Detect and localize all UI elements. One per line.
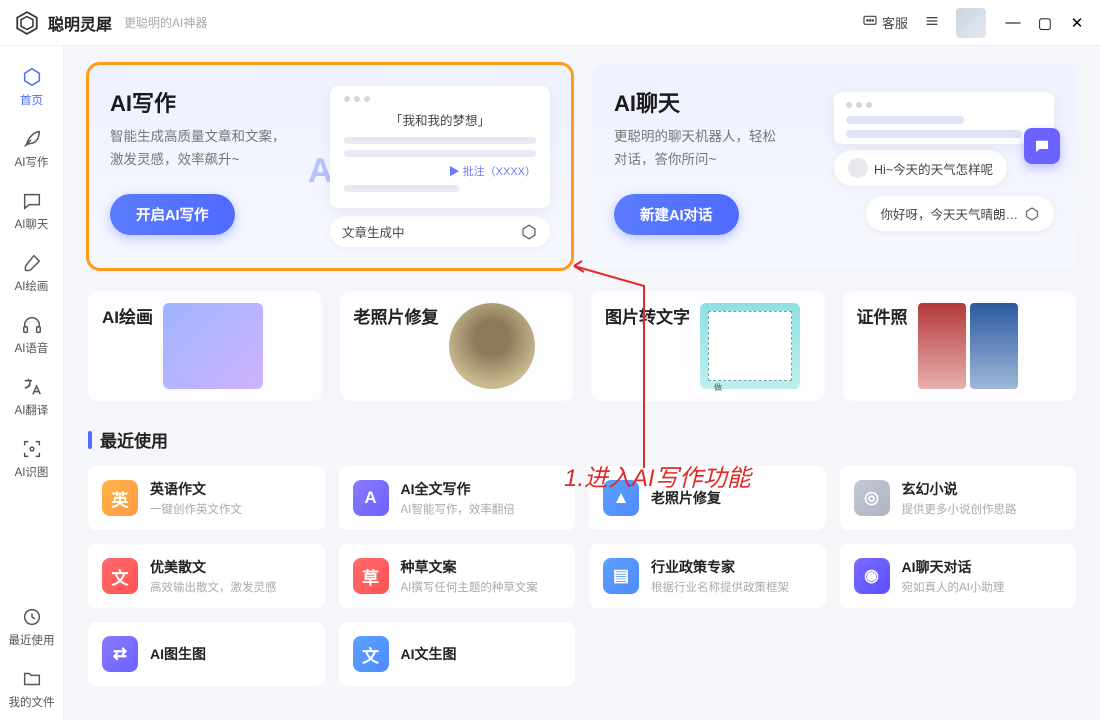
recent-item-desc: 根据行业名称提供政策框架 [651,579,812,595]
recent-item[interactable]: ◎ 玄幻小说提供更多小说创作思路 [840,466,1077,530]
recent-item-title: 英语作文 [150,479,311,499]
app-logo-icon [14,10,40,36]
recent-item[interactable]: 草种草文案 AI撰写任何主题的种草文案 [339,544,576,608]
hero-chat-title: AI聊天 [614,86,834,118]
photo-preview-image [449,303,535,389]
main-content: AI写作 智能生成高质量文章和文案，激发灵感，效率飙升~ 开启AI写作 AI 「… [64,46,1100,720]
recent-item[interactable]: 英英语作文一键创作英文作文 [88,466,325,530]
paint-preview-image [163,303,263,389]
hero-card-chat[interactable]: AI聊天 更聪明的聊天机器人，轻松对话，答你所问~ 新建AI对话 [592,64,1076,269]
recent-item[interactable]: 文 AI文生图 [339,622,576,686]
start-ai-write-button[interactable]: 开启AI写作 [110,194,235,235]
feature-photo-restore[interactable]: 老照片修复 [340,291,574,401]
recent-item-icon: ◉ [854,558,890,594]
app-brand: 聪明灵犀 [48,11,112,35]
recent-item[interactable]: ⇄ AI图生图 [88,622,325,686]
sidebar-item-write[interactable]: AI写作 [0,118,63,180]
translate-icon [21,376,43,398]
recent-item-icon: ◎ [854,480,890,516]
recent-item-desc: 宛如真人的AI小助理 [902,579,1063,595]
hero-chat-desc: 更聪明的聊天机器人，轻松对话，答你所问~ [614,126,834,172]
recent-item-icon: ⇄ [102,636,138,672]
recent-item-title: 玄幻小说 [902,479,1063,499]
write-doc-status: 文章生成中 [330,216,550,247]
chat-bubble-1: Hi~今天的天气怎样呢 [834,150,1007,186]
chat-fab-icon [1024,128,1060,164]
hero-card-write[interactable]: AI写作 智能生成高质量文章和文案，激发灵感，效率飙升~ 开启AI写作 AI 「… [88,64,572,269]
recent-item-icon: A [353,480,389,516]
recent-item[interactable]: ▲ 老照片修复 [589,466,826,530]
ocr-preview-image: 武昌街的小调 有时候到重庆随意书总会不自然地想武昌街而去走了，最近发现武昌街大大… [700,303,800,389]
recent-heading: 最近使用 [88,427,1076,452]
feature-id-photo[interactable]: 证件照 [843,291,1077,401]
maximize-button[interactable]: ▢ [1036,14,1054,32]
recent-item-title: AI全文写作 [401,479,562,499]
write-doc-preview: 「我和我的梦想」 ▶ 批注（XXXX） [330,86,550,208]
minimize-button[interactable]: — [1004,14,1022,32]
recent-item-icon: 草 [353,558,389,594]
sidebar-item-home[interactable]: 首页 [0,56,63,118]
headphone-icon [21,314,43,336]
recent-item-icon: 文 [102,558,138,594]
recent-item-icon: ▤ [603,558,639,594]
chat-bubble-icon [862,13,878,32]
feature-ai-paint[interactable]: AI绘画 [88,291,322,401]
chat-bubble-2: 你好呀，今天天气晴朗… [866,196,1054,231]
feature-ocr[interactable]: 图片转文字 武昌街的小调 有时候到重庆随意书总会不自然地想武昌街而去走了，最近发… [591,291,825,401]
recent-item-icon: 英 [102,480,138,516]
chat-icon [21,190,43,212]
recent-grid: 英英语作文一键创作英文作文 A AI全文写作 AI智能写作，效率翻倍 ▲ 老照片修复 ◎ 玄幻… [88,466,1076,686]
recent-item[interactable]: A AI全文写作 AI智能写作，效率翻倍 [339,466,576,530]
recent-item-desc: AI智能写作，效率翻倍 [401,501,562,517]
sidebar-item-chat[interactable]: AI聊天 [0,180,63,242]
titlebar: 聪明灵犀 更聪明的AI神器 客服 — ▢ ✕ [0,0,1100,46]
app-slogan: 更聪明的AI神器 [124,14,207,31]
sidebar-item-files[interactable]: 我的文件 [0,658,63,720]
recent-item-desc: 高效输出散文，激发灵感 [150,579,311,595]
recent-item-title: AI文生图 [401,644,562,664]
hexagon-icon [1024,206,1040,222]
close-button[interactable]: ✕ [1068,14,1086,32]
sidebar-item-ocr[interactable]: AI识图 [0,428,63,490]
recent-item-title: 优美散文 [150,557,311,577]
recent-item-title: AI聊天对话 [902,557,1063,577]
sidebar: 首页 AI写作 AI聊天 AI绘画 AI语音 AI翻译 AI识图 最 [0,46,64,720]
sidebar-item-paint[interactable]: AI绘画 [0,242,63,304]
recent-item[interactable]: 文优美散文高效输出散文，激发灵感 [88,544,325,608]
recent-item[interactable]: ▤ 行业政策专家根据行业名称提供政策框架 [589,544,826,608]
support-button[interactable]: 客服 [854,9,916,36]
recent-item-desc: 提供更多小说创作思路 [902,501,1063,517]
hero-write-title: AI写作 [110,86,330,118]
hexagon-icon [520,223,538,241]
recent-item-title: AI图生图 [150,644,311,664]
folder-icon [21,668,43,690]
hexagon-icon [21,66,43,88]
brush-icon [21,252,43,274]
clock-icon [21,606,43,628]
start-ai-chat-button[interactable]: 新建AI对话 [614,194,739,235]
hamburger-icon [924,13,940,32]
menu-button[interactable] [916,9,948,36]
recent-item-title: 行业政策专家 [651,557,812,577]
recent-item-title: 种草文案 [401,557,562,577]
sidebar-item-translate[interactable]: AI翻译 [0,366,63,428]
recent-item-desc: 一键创作英文作文 [150,501,311,517]
window-controls: — ▢ ✕ [1004,14,1086,32]
sidebar-item-voice[interactable]: AI语音 [0,304,63,366]
feather-icon [21,128,43,150]
id-preview-image [918,303,1018,389]
recent-item-icon: ▲ [603,480,639,516]
scan-icon [21,438,43,460]
recent-item-desc: AI撰写任何主题的种草文案 [401,579,562,595]
recent-item-icon: 文 [353,636,389,672]
recent-item-title: 老照片修复 [651,488,812,508]
user-avatar[interactable] [956,8,986,38]
sidebar-item-recent[interactable]: 最近使用 [0,596,63,658]
hero-write-desc: 智能生成高质量文章和文案，激发灵感，效率飙升~ [110,126,330,172]
recent-item[interactable]: ◉ AI聊天对话宛如真人的AI小助理 [840,544,1077,608]
avatar-icon [848,158,868,178]
